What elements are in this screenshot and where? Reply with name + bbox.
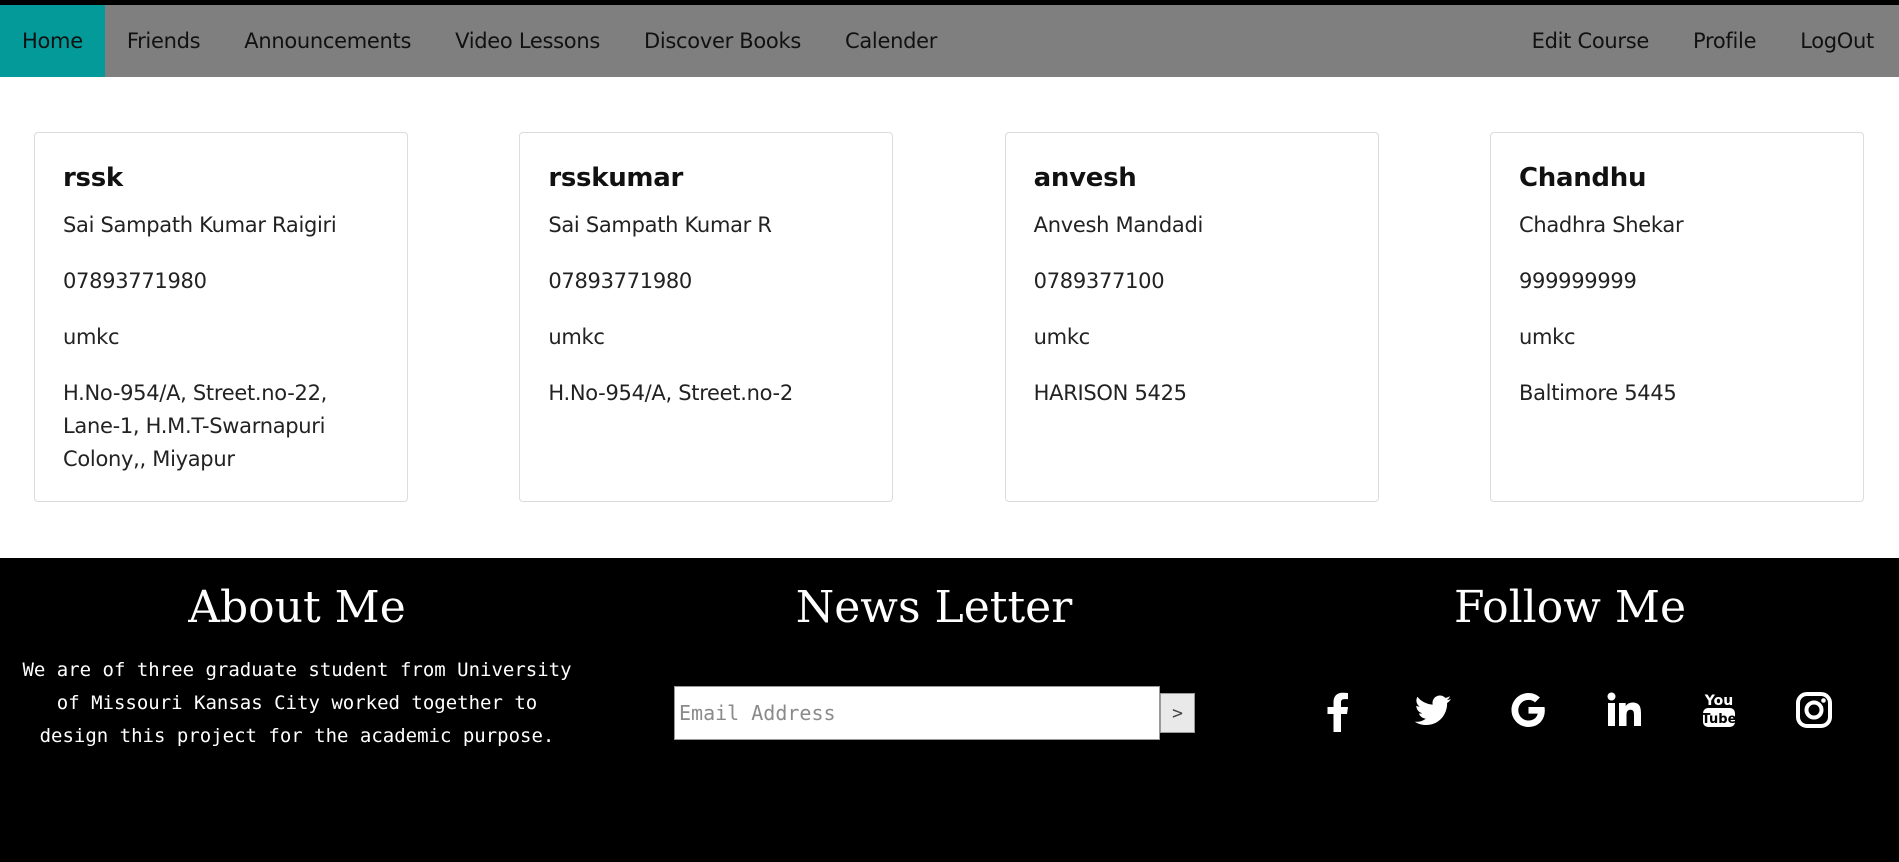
friend-address: H.No-954/A, Street.no-2	[548, 381, 793, 405]
nav-right-group: Edit Course Profile LogOut	[1510, 5, 1896, 77]
google-icon[interactable]	[1506, 688, 1550, 732]
friend-university: umkc	[1518, 325, 1576, 349]
friend-address: Baltimore 5445	[1518, 381, 1677, 405]
nav-friends[interactable]: Friends	[105, 5, 222, 77]
about-section: About Me We are of three graduate studen…	[0, 578, 594, 753]
friend-card: Chandhu Chadhra Shekar 999999999 umkc Ba…	[1489, 132, 1864, 502]
twitter-icon[interactable]	[1411, 688, 1455, 732]
friend-university: umkc	[1033, 325, 1091, 349]
friend-full-name: Chadhra Shekar	[1518, 213, 1684, 237]
friend-card: rsskumar Sai Sampath Kumar R 07893771980…	[519, 132, 894, 502]
friend-university: umkc	[548, 325, 605, 349]
newsletter-title: News Letter	[795, 582, 1073, 633]
about-text: We are of three graduate student from Un…	[22, 659, 572, 747]
friend-full-name: Sai Sampath Kumar Raigiri	[63, 213, 337, 237]
svg-text:You: You	[1704, 693, 1733, 709]
friend-username: Chandhu	[1518, 163, 1647, 193]
site-footer: About Me We are of three graduate studen…	[0, 558, 1899, 862]
nav-home[interactable]: Home	[0, 5, 105, 77]
newsletter-form: >	[674, 686, 1195, 740]
friends-card-list: rssk Sai Sampath Kumar Raigiri 078937719…	[34, 132, 1864, 504]
nav-announcements[interactable]: Announcements	[222, 5, 433, 77]
friend-phone: 07893771980	[548, 269, 692, 293]
follow-title: Follow Me	[1454, 582, 1686, 633]
nav-left-group: Home Friends Announcements Video Lessons…	[0, 5, 959, 77]
friend-username: anvesh	[1033, 163, 1137, 193]
linkedin-icon[interactable]	[1602, 688, 1646, 732]
friend-full-name: Anvesh Mandadi	[1033, 213, 1204, 237]
friend-phone: 0789377100	[1033, 269, 1165, 293]
friend-address: HARISON 5425	[1033, 381, 1187, 405]
instagram-icon[interactable]	[1792, 688, 1836, 732]
follow-section: Follow Me You Tube	[1300, 578, 1840, 732]
nav-logout[interactable]: LogOut	[1778, 5, 1896, 77]
facebook-icon[interactable]	[1316, 688, 1360, 732]
nav-edit-course[interactable]: Edit Course	[1510, 5, 1671, 77]
social-icons: You Tube	[1316, 688, 1836, 732]
friend-card: anvesh Anvesh Mandadi 0789377100 umkc HA…	[1004, 132, 1379, 502]
nav-discover-books[interactable]: Discover Books	[622, 5, 823, 77]
svg-text:Tube: Tube	[1701, 712, 1736, 727]
top-navigation-bar: Home Friends Announcements Video Lessons…	[0, 0, 1899, 77]
friend-username: rssk	[63, 163, 123, 193]
email-input[interactable]	[674, 686, 1160, 740]
friend-phone: 07893771980	[63, 269, 207, 293]
friend-address: H.No-954/A, Street.no-22, Lane-1, H.M.T-…	[63, 381, 328, 471]
friend-card: rssk Sai Sampath Kumar Raigiri 078937719…	[34, 132, 408, 502]
about-title: About Me	[188, 582, 406, 633]
friend-university: umkc	[63, 325, 120, 349]
newsletter-section: News Letter >	[634, 578, 1234, 740]
friend-username: rsskumar	[548, 163, 683, 193]
youtube-icon[interactable]: You Tube	[1697, 688, 1741, 732]
friend-full-name: Sai Sampath Kumar R	[548, 213, 772, 237]
nav-calender[interactable]: Calender	[823, 5, 959, 77]
nav-video-lessons[interactable]: Video Lessons	[433, 5, 622, 77]
friend-phone: 999999999	[1518, 269, 1637, 293]
newsletter-submit-button[interactable]: >	[1160, 693, 1195, 733]
nav-profile[interactable]: Profile	[1671, 5, 1778, 77]
